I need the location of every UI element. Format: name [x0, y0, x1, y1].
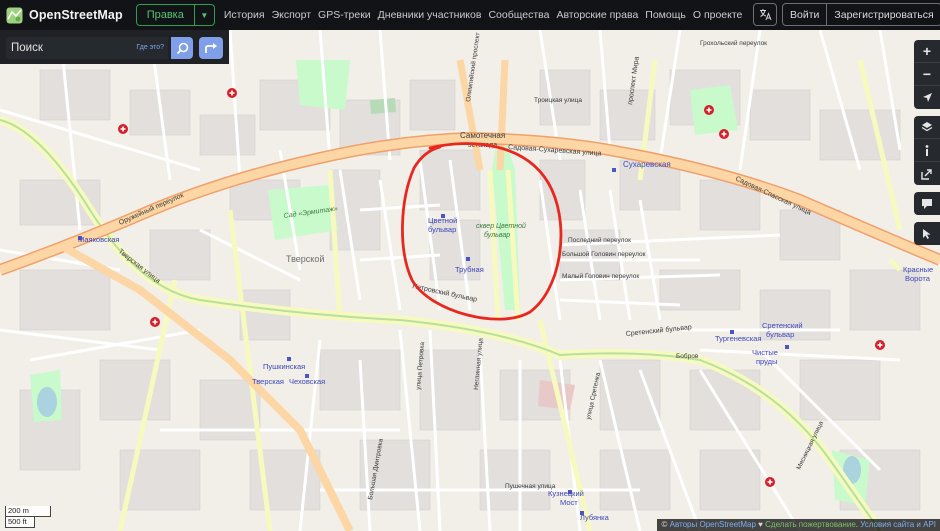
directions-icon — [205, 43, 217, 53]
attribution: © Авторы OpenStreetMap ♥ Сделать пожертв… — [657, 519, 940, 531]
label-golovin-maly: Малый Головин переулок — [562, 272, 639, 280]
attrib-authors-link[interactable]: Авторы OpenStreetMap — [670, 520, 756, 529]
nav-help[interactable]: Помощь — [645, 9, 686, 21]
plus-icon: + — [922, 43, 932, 59]
search-submit-button[interactable] — [171, 37, 193, 59]
label-tverskaya-station: Тверская — [252, 377, 284, 386]
label-pushkinskaya: Пушкинская — [263, 362, 305, 371]
edit-button[interactable]: Правка — [135, 4, 195, 26]
label-chistye-1: Чистые — [752, 348, 778, 357]
nav-history[interactable]: История — [224, 9, 265, 21]
nav-gps-traces[interactable]: GPS-треки — [318, 9, 371, 21]
nav-about[interactable]: О проекте — [693, 9, 743, 21]
info-icon — [925, 144, 929, 156]
label-kuznetsky-2: Мост — [560, 498, 578, 507]
label-samotechnaya: Самотечная — [460, 131, 505, 140]
label-sq-tsvetnoy-2: бульвар — [484, 231, 510, 239]
label-sretensky-station-1: Сретенский — [762, 321, 803, 330]
minus-icon: − — [922, 66, 932, 82]
add-note-button[interactable] — [914, 192, 940, 215]
layers-button[interactable] — [914, 116, 940, 139]
query-cursor-icon — [923, 228, 931, 239]
search-panel: Где это? — [0, 30, 229, 64]
brand-name: OpenStreetMap — [29, 8, 123, 22]
login-button[interactable]: Войти — [782, 3, 828, 26]
nav-export[interactable]: Экспорт — [272, 9, 311, 21]
zoom-out-button[interactable]: − — [914, 63, 940, 86]
label-krasnye-2: Ворота — [905, 274, 931, 283]
zoom-in-button[interactable]: + — [914, 40, 940, 63]
scale-metric: 200 m — [5, 506, 51, 517]
label-mayakovskaya: Маяковская — [78, 235, 119, 244]
label-kuznetsky-1: Кузнецкий — [548, 489, 584, 498]
edit-dropdown-button[interactable]: ▼ — [194, 4, 215, 26]
directions-button[interactable] — [199, 37, 223, 59]
nav-copyright[interactable]: Авторские права — [556, 9, 638, 21]
share-button[interactable] — [914, 162, 940, 185]
label-tsvetnoy-1: Цветной — [428, 216, 457, 225]
nav-communities[interactable]: Сообщества — [488, 9, 549, 21]
scale-imperial: 500 ft — [5, 517, 35, 528]
attrib-prefix: © — [661, 520, 670, 529]
brand[interactable]: OpenStreetMap — [6, 7, 123, 24]
search-box: Где это? — [6, 37, 168, 59]
label-golovin-bolshoy: Большой Головин переулок — [562, 250, 646, 258]
label-trubnaya: Трубная — [455, 265, 484, 274]
label-sq-tsvetnoy-1: сквер Цветной — [476, 222, 526, 230]
share-icon — [921, 168, 932, 180]
label-chekhovskaya: Чеховская — [289, 377, 325, 386]
layers-icon — [921, 122, 933, 132]
caret-down-icon: ▼ — [200, 10, 209, 20]
locate-arrow-icon — [922, 93, 932, 102]
note-icon — [922, 198, 932, 209]
language-button[interactable] — [753, 3, 777, 26]
label-troitskaya: Троицкая улица — [534, 97, 582, 104]
scale-bar: 200 m 500 ft — [5, 506, 51, 528]
building-highlight — [370, 98, 396, 114]
osm-logo-icon — [6, 7, 23, 23]
locate-button[interactable] — [914, 86, 940, 109]
auth-buttons: Войти Зарегистрироваться — [782, 3, 940, 26]
map-viewport[interactable]: Самотечная эстакада Садовая-Сухаревская … — [0, 30, 940, 531]
main-nav: История Экспорт GPS-треки Дневники участ… — [224, 9, 750, 21]
label-tsvetnoy-2: бульвар — [428, 225, 456, 234]
map-canvas: Самотечная эстакада Садовая-Сухаревская … — [0, 30, 940, 531]
attrib-terms-link[interactable]: Условия сайта и API — [860, 520, 936, 529]
label-sukharevskaya-station: Сухаревская — [623, 160, 671, 169]
search-input[interactable] — [6, 37, 136, 59]
label-grokholsky: Грохольский переулок — [700, 39, 767, 47]
label-lubyanka: Лубянка — [580, 513, 610, 522]
translate-icon — [759, 9, 771, 21]
map-controls: + − — [914, 40, 940, 245]
attrib-donate-link[interactable]: Сделать пожертвование — [765, 520, 856, 529]
label-tverskoy: Тверской — [286, 254, 324, 264]
label-chistye-2: пруды — [756, 357, 777, 366]
edit-group: Правка ▼ — [135, 4, 215, 26]
label-pushechnaya: Пушечная улица — [505, 483, 556, 490]
label-turgenevskaya: Тургеневская — [715, 334, 761, 343]
search-icon — [176, 42, 188, 54]
heart-icon: ♥ — [755, 520, 766, 529]
pond — [37, 387, 57, 417]
nav-diaries[interactable]: Дневники участников — [378, 9, 482, 21]
label-bobrov: Бобров — [676, 352, 699, 360]
label-sretensky-station-2: бульвар — [766, 330, 794, 339]
map-key-button[interactable] — [914, 139, 940, 162]
where-is-this-link[interactable]: Где это? — [136, 44, 164, 51]
label-krasnye-1: Красные — [903, 265, 933, 274]
top-navbar: OpenStreetMap Правка ▼ История Экспорт G… — [0, 0, 940, 30]
query-features-button[interactable] — [914, 222, 940, 245]
signup-button[interactable]: Зарегистрироваться — [827, 3, 940, 26]
label-posledny: Последний переулок — [568, 236, 631, 244]
